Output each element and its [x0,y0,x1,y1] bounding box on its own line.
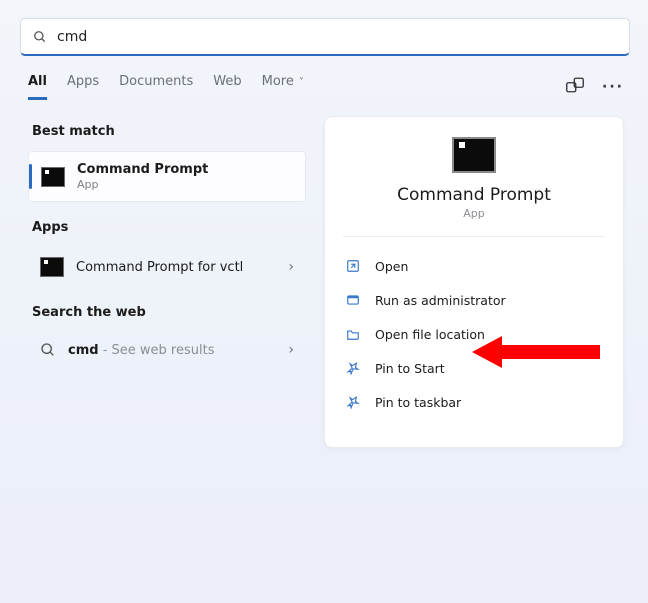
folder-icon [345,326,361,342]
action-open-file-location[interactable]: Open file location [331,317,617,351]
details-title: Command Prompt [397,185,551,205]
tab-all[interactable]: All [28,74,47,100]
details-subtitle: App [463,207,485,220]
cmd-app-icon [41,167,65,187]
result-title: cmd - See web results [68,343,214,358]
section-best-match: Best match [32,124,306,139]
result-cmd-vctl[interactable]: Command Prompt for vctl › [28,247,306,287]
action-pin-to-taskbar[interactable]: Pin to taskbar [331,385,617,419]
result-title: Command Prompt for vctl [76,260,243,275]
search-icon [40,342,56,358]
open-icon [345,258,361,274]
action-label: Open file location [375,327,485,342]
cmd-app-icon [452,137,496,173]
tab-apps[interactable]: Apps [67,74,99,100]
divider [343,236,605,237]
chevron-right-icon: › [288,259,294,275]
result-title: Command Prompt [77,162,208,177]
action-list: Open Run as administrator Open file loca… [325,245,623,423]
action-open[interactable]: Open [331,249,617,283]
action-label: Pin to taskbar [375,395,461,410]
action-label: Open [375,259,408,274]
action-pin-to-start[interactable]: Pin to Start [331,351,617,385]
pin-icon [345,360,361,376]
cmd-app-icon [40,257,64,277]
result-subtitle: App [77,178,208,191]
section-search-web: Search the web [32,305,306,320]
action-label: Run as administrator [375,293,506,308]
tab-web[interactable]: Web [213,74,241,100]
search-bar[interactable] [20,18,630,56]
tab-documents[interactable]: Documents [119,74,193,100]
result-command-prompt[interactable]: Command Prompt App [28,151,306,202]
search-input[interactable] [47,29,617,45]
shield-admin-icon [345,292,361,308]
chevron-right-icon: › [288,342,294,358]
section-apps: Apps [32,220,306,235]
search-options-icon[interactable] [566,77,584,97]
tab-more[interactable]: More ˅ [262,74,304,100]
search-icon [33,30,47,44]
result-web-cmd[interactable]: cmd - See web results › [28,332,306,368]
search-tabs: All Apps Documents Web More ˅ ··· [20,74,630,100]
action-run-as-administrator[interactable]: Run as administrator [331,283,617,317]
action-label: Pin to Start [375,361,445,376]
details-pane: Command Prompt App Open Run as administr… [324,116,624,448]
chevron-down-icon: ˅ [296,77,304,88]
results-column: Best match Command Prompt App Apps Comma… [28,116,306,448]
more-options-icon[interactable]: ··· [602,79,624,95]
pin-icon [345,394,361,410]
